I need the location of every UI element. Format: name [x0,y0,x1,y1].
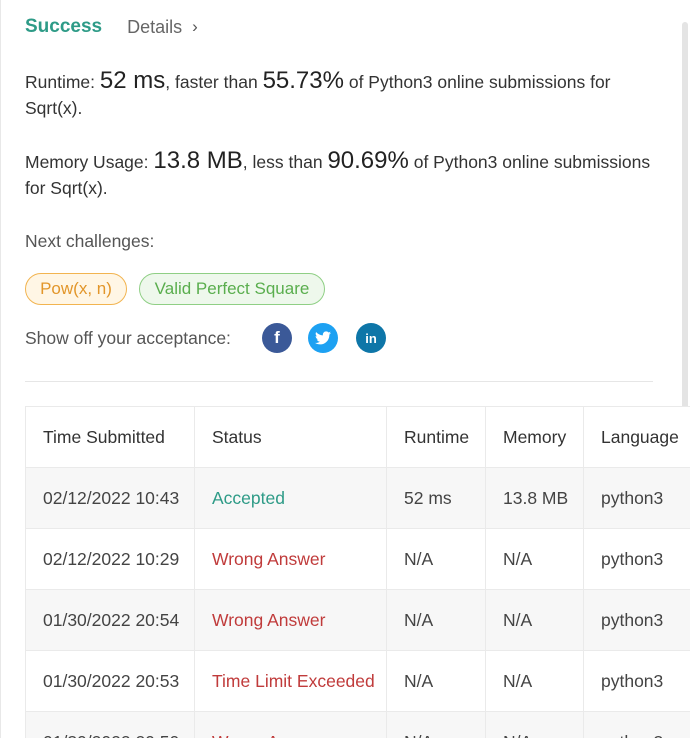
twitter-bird-glyph [315,331,331,345]
cell-status[interactable]: Wrong Answer [194,589,387,651]
memory-label: Memory Usage: [25,152,149,172]
cell-runtime: 52 ms [386,467,486,529]
cell-time: 01/30/2022 20:50 [25,711,195,738]
cell-memory: 13.8 MB [485,467,584,529]
submissions-table-container: Time Submitted Status Runtime Memory Lan… [25,406,690,738]
cell-language: python3 [583,528,690,590]
cell-status[interactable]: Accepted [194,467,387,529]
cell-runtime: N/A [386,650,486,712]
details-link[interactable]: Details › [127,17,198,38]
column-header-language[interactable]: Language [583,406,690,468]
submissions-table: Time Submitted Status Runtime Memory Lan… [25,406,690,738]
cell-memory: N/A [485,711,584,738]
memory-mid: , less than [242,152,323,172]
result-header: Success Details › [25,16,198,38]
cell-language: python3 [583,711,690,738]
cell-language: python3 [583,467,690,529]
twitter-icon[interactable] [308,323,338,353]
linkedin-icon[interactable]: in [356,323,386,353]
cell-runtime: N/A [386,589,486,651]
cell-time: 01/30/2022 20:54 [25,589,195,651]
runtime-mid: , faster than [165,72,258,92]
table-row[interactable]: 01/30/2022 20:50 Wrong Answer N/A N/A py… [25,711,690,738]
runtime-percent: 55.73% [262,67,344,94]
success-status: Success [25,16,103,37]
cell-status[interactable]: Wrong Answer [194,528,387,590]
cell-language: python3 [583,650,690,712]
runtime-stat: Runtime: 52 ms, faster than 55.73% of Py… [25,68,665,121]
table-row[interactable]: 02/12/2022 10:43 Accepted 52 ms 13.8 MB … [25,467,690,529]
cell-time: 02/12/2022 10:43 [25,467,195,529]
table-row[interactable]: 01/30/2022 20:53 Time Limit Exceeded N/A… [25,650,690,712]
cell-time: 02/12/2022 10:29 [25,528,195,590]
cell-memory: N/A [485,528,584,590]
chevron-right-icon: › [192,17,198,36]
challenge-chip-valid-perfect-square[interactable]: Valid Perfect Square [139,273,325,305]
table-row[interactable]: 01/30/2022 20:54 Wrong Answer N/A N/A py… [25,589,690,651]
challenge-chip-pow[interactable]: Pow(x, n) [25,273,127,305]
cell-runtime: N/A [386,528,486,590]
next-challenges-label: Next challenges: [25,231,155,251]
column-header-status[interactable]: Status [194,406,387,468]
cell-time: 01/30/2022 20:53 [25,650,195,712]
cell-memory: N/A [485,589,584,651]
share-label: Show off your acceptance: [25,328,231,348]
runtime-value: 52 ms [99,67,166,94]
details-label: Details [127,16,183,37]
memory-stat: Memory Usage: 13.8 MB, less than 90.69% … [25,148,665,201]
facebook-icon[interactable]: f [262,323,292,353]
cell-language: python3 [583,589,690,651]
memory-value: 13.8 MB [153,147,243,174]
panel-left-border [0,0,1,738]
cell-memory: N/A [485,650,584,712]
cell-status[interactable]: Time Limit Exceeded [194,650,387,712]
column-header-memory[interactable]: Memory [485,406,584,468]
column-header-time[interactable]: Time Submitted [25,406,195,468]
table-row[interactable]: 02/12/2022 10:29 Wrong Answer N/A N/A py… [25,528,690,590]
table-header-row: Time Submitted Status Runtime Memory Lan… [25,406,690,468]
cell-runtime: N/A [386,711,486,738]
memory-percent: 90.69% [327,147,409,174]
column-header-runtime[interactable]: Runtime [386,406,486,468]
cell-status[interactable]: Wrong Answer [194,711,387,738]
runtime-label: Runtime: [25,72,96,92]
section-divider [25,381,653,382]
